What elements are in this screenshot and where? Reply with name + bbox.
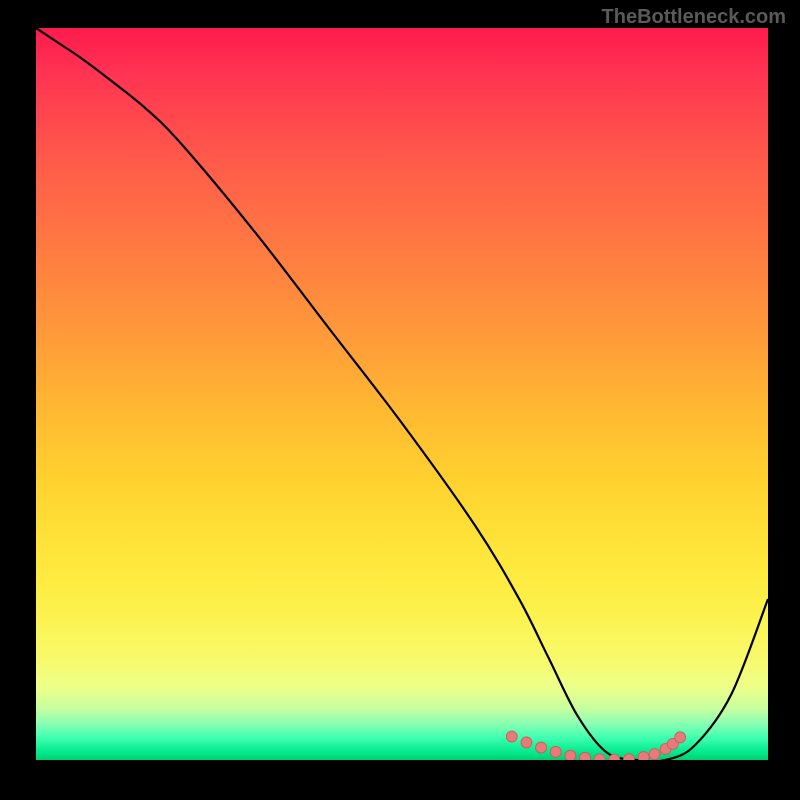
marker-dot: [649, 749, 660, 760]
marker-dot: [580, 752, 591, 760]
marker-dot: [536, 742, 547, 753]
marker-dot: [565, 750, 576, 760]
highlight-markers: [506, 731, 685, 760]
marker-dot: [594, 754, 605, 760]
plot-area: [36, 28, 768, 760]
marker-dot: [506, 731, 517, 742]
marker-dot: [550, 746, 561, 757]
chart-container: TheBottleneck.com: [0, 0, 800, 800]
marker-dot: [521, 737, 532, 748]
marker-dot: [675, 732, 686, 743]
marker-dot: [638, 752, 649, 760]
watermark-text: TheBottleneck.com: [602, 6, 786, 29]
marker-dot: [623, 754, 634, 760]
curve-svg: [36, 28, 768, 760]
bottleneck-curve: [36, 28, 768, 760]
